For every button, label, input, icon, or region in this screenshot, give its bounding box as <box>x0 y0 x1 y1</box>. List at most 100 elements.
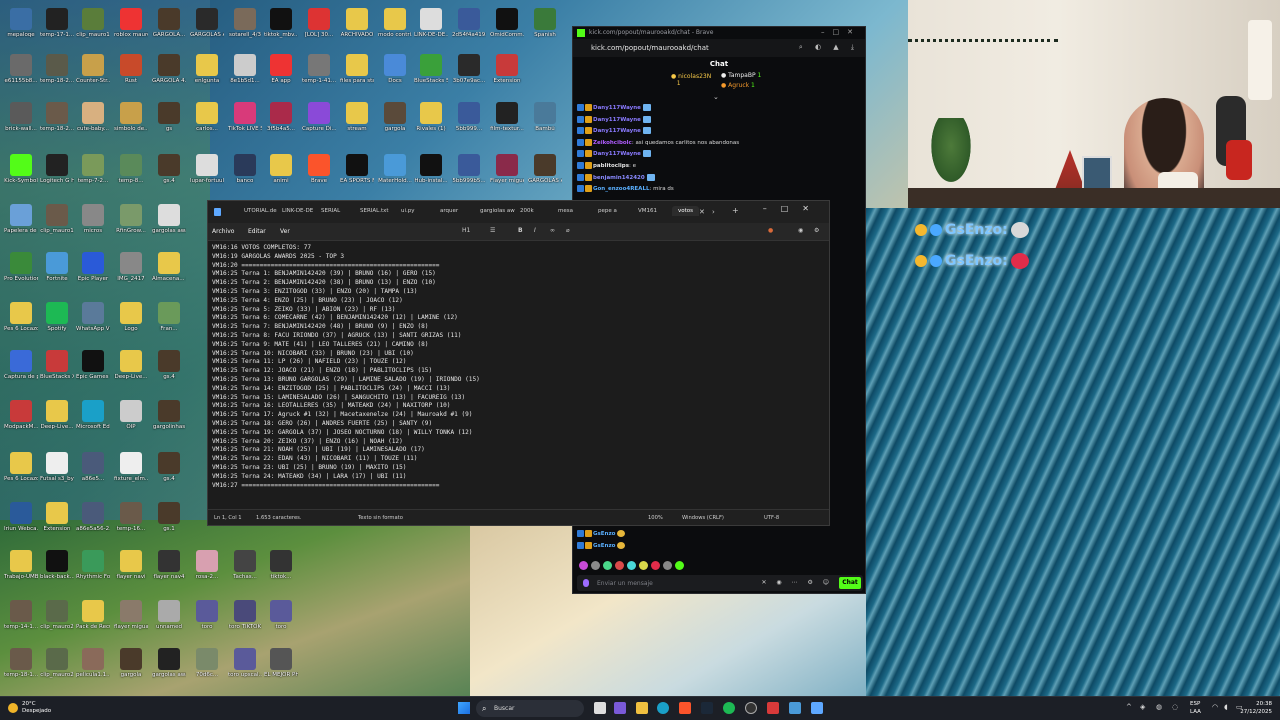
tray-steam-icon[interactable]: ◍ <box>1156 703 1162 711</box>
emote-icon[interactable] <box>615 561 624 570</box>
address-bar[interactable]: kick.com/popout/maurooakd/chat ⌕ ◐ ▲ ⤓ <box>573 39 865 57</box>
desktop-icon[interactable]: temp-16... <box>114 502 148 538</box>
desktop-icon[interactable]: EL MEJOR PHONK... <box>264 648 298 684</box>
desktop-icon[interactable]: 2d54f4a419... <box>452 8 486 44</box>
desktop-icon[interactable]: OmidComm... <box>490 8 524 44</box>
desktop-icon[interactable]: Logitech G HUB <box>40 154 74 190</box>
desktop-icon[interactable]: Rivales (1) <box>414 102 448 138</box>
tab-200k[interactable]: 200k <box>520 208 534 214</box>
widgets-icon[interactable] <box>614 702 626 714</box>
chat-username[interactable]: Dany117Wayne <box>593 117 641 123</box>
desktop-icon[interactable]: Papelera de reciclaje <box>4 204 38 240</box>
account-icon[interactable]: ◉ <box>798 227 803 234</box>
text-line[interactable]: VM16:25 Terna 3: ENZITOGOD (33) | ENZO (… <box>212 288 480 297</box>
desktop-icon[interactable]: LINK-DE-DE... <box>414 8 448 44</box>
brave-icon[interactable] <box>679 702 691 714</box>
desktop-icon[interactable]: gargolinhas <box>152 400 186 436</box>
desktop-icon[interactable]: Epic Games Launcher <box>76 350 110 386</box>
desktop-icon[interactable]: Pes 6 Locazos <box>4 302 38 338</box>
desktop-icon[interactable]: flayer navi <box>114 550 148 586</box>
close-tab-icon[interactable]: ✕ <box>699 208 705 216</box>
app-blue-icon[interactable] <box>789 702 801 714</box>
chat-username[interactable]: GsEnzo <box>593 543 615 549</box>
desktop-icon[interactable]: EA SPORTS FC 25 <box>340 154 374 190</box>
desktop-icon[interactable]: gs <box>152 102 186 138</box>
obs-icon[interactable] <box>745 702 757 714</box>
window-controls[interactable]: –□✕ <box>763 204 823 213</box>
desktop-icon[interactable]: [LOL] 30... <box>302 8 336 44</box>
desktop-icon[interactable]: BlueStacks 5 <box>414 54 448 90</box>
desktop-icon[interactable]: Fortnite <box>40 252 74 288</box>
chat-username[interactable]: Dany117Wayne <box>593 128 641 134</box>
clear-format-icon[interactable]: ⌀ <box>566 227 570 234</box>
desktop-icon[interactable]: gs.1 <box>152 502 186 538</box>
text-line[interactable]: VM16:25 Terna 11: LP (26) | NAFIELD (23)… <box>212 358 480 367</box>
tab-ui-py[interactable]: ui.py <box>401 208 415 214</box>
desktop-icon[interactable]: toro <box>264 600 298 636</box>
desktop-icon[interactable]: Futsal s3_by Batinga fre... <box>40 452 74 488</box>
tray-chevron-icon[interactable]: ^ <box>1126 703 1132 711</box>
desktop-icon[interactable]: temp-8... <box>114 154 148 190</box>
tab-vm161[interactable]: VM161 <box>638 208 657 214</box>
windows-start-icon[interactable] <box>458 702 470 714</box>
emote-icon[interactable] <box>675 561 684 570</box>
text-line[interactable]: VM16:25 Terna 4: ENZO (25) | BRUNO (23) … <box>212 297 480 306</box>
text-line[interactable]: VM16:19 GARGOLAS AWARDS 2025 - TOP 3 <box>212 253 480 262</box>
chat-username[interactable]: GsEnzo <box>593 531 615 537</box>
app-red-icon[interactable] <box>767 702 779 714</box>
desktop-icon[interactable]: gargola <box>378 102 412 138</box>
desktop-icon[interactable]: Pes 6 Locazos <box>4 452 38 488</box>
steam-icon[interactable] <box>701 702 713 714</box>
text-line[interactable]: VM16:25 Terna 18: GERO (26) | ANDRES FUE… <box>212 420 480 429</box>
chat-message[interactable]: GsEnzo <box>577 529 863 541</box>
desktop-icon[interactable]: Rust <box>114 54 148 90</box>
text-line[interactable]: VM16:25 Terna 20: ZEIKO (37) | ENZO (16)… <box>212 438 480 447</box>
browser-titlebar[interactable]: kick.com/popout/maurooakd/chat - Brave –… <box>573 27 865 39</box>
desktop-icon[interactable]: flayer migual e_xick sub y ya <box>114 600 148 636</box>
tab-link-de-de[interactable]: LINK-DE-DE <box>282 208 313 214</box>
desktop-icon[interactable]: Counter-Str... <box>76 54 110 90</box>
chat-username[interactable]: Dany117Wayne <box>593 105 641 111</box>
language-indicator[interactable]: ESP LAA <box>1190 700 1201 716</box>
notepad-window[interactable]: UTORIAL.de LINK-DE-DE SERIAL SERIAL.txt … <box>207 200 830 526</box>
text-line[interactable]: VM16:25 Terna 23: UBI (25) | BRUNO (19) … <box>212 464 480 473</box>
desktop-icon[interactable]: MaterHold... <box>378 154 412 190</box>
desktop-icon[interactable]: Trabajo-UMB... <box>4 550 38 586</box>
desktop-icon[interactable]: toro TIKTOK <box>228 600 262 636</box>
desktop-icon[interactable]: modo contri... <box>378 8 412 44</box>
chat-message[interactable]: Dany117Wayne <box>577 149 863 161</box>
desktop-icon[interactable]: Capture Di... <box>302 102 336 138</box>
desktop-icon[interactable]: temp-7-2... <box>76 154 110 190</box>
emote-row[interactable] <box>579 561 687 572</box>
desktop-icon[interactable]: a86e5... <box>76 452 110 488</box>
text-line[interactable]: VM16:20 ================================… <box>212 262 480 271</box>
desktop-icon[interactable]: cute-baby... <box>76 102 110 138</box>
chat-input[interactable]: Enviar un mensaje ✕ ◉ ⋯ ⚙ ☺ Chat <box>577 575 863 591</box>
text-line[interactable]: VM16:25 Terna 2: BENJAMIN142420 (38) | B… <box>212 279 480 288</box>
tray-app-icon[interactable]: ◌ <box>1172 703 1178 711</box>
desktop-icon[interactable]: gargolas awards <box>152 648 186 684</box>
text-line[interactable]: VM16:25 Terna 12: JOACO (21) | ENZO (18)… <box>212 367 480 376</box>
desktop-icon[interactable]: gargola <box>114 648 148 684</box>
desktop-icon[interactable]: rosa-2... <box>190 550 224 586</box>
desktop-icon[interactable]: temp-18-2... <box>40 102 74 138</box>
desktop-icon[interactable]: 3f5b4a5... <box>264 102 298 138</box>
task-view-icon[interactable] <box>594 702 606 714</box>
settings-gear-icon[interactable]: ⚙ <box>814 227 819 234</box>
url-text[interactable]: kick.com/popout/maurooakd/chat <box>591 44 709 52</box>
desktop-icon[interactable]: Deep-Live... <box>114 350 148 386</box>
desktop-icon[interactable]: Almacena... automatic... <box>152 252 186 288</box>
desktop-icon[interactable]: micros <box>76 204 110 240</box>
tab-serial-txt[interactable]: SERIAL.txt <box>360 208 389 214</box>
desktop-icon[interactable]: animi <box>264 154 298 190</box>
text-line[interactable]: VM16:25 Terna 19: GARGOLA (37) | JOSEO N… <box>212 429 480 438</box>
desktop-icon[interactable]: enlgunta <box>190 54 224 90</box>
notepad-tab-bar[interactable]: UTORIAL.de LINK-DE-DE SERIAL SERIAL.txt … <box>208 201 829 223</box>
text-line[interactable]: VM16:25 Terna 1: BENJAMIN142420 (39) | B… <box>212 270 480 279</box>
chat-message[interactable]: GsEnzo <box>577 541 863 553</box>
desktop-icon[interactable]: carlos... <box>190 102 224 138</box>
emote-icon[interactable] <box>579 561 588 570</box>
edge-icon[interactable] <box>657 702 669 714</box>
text-line[interactable]: VM16:25 Terna 9: MATE (41) | LEO TALLERE… <box>212 341 480 350</box>
desktop-icon[interactable]: Spanish <box>528 8 562 44</box>
